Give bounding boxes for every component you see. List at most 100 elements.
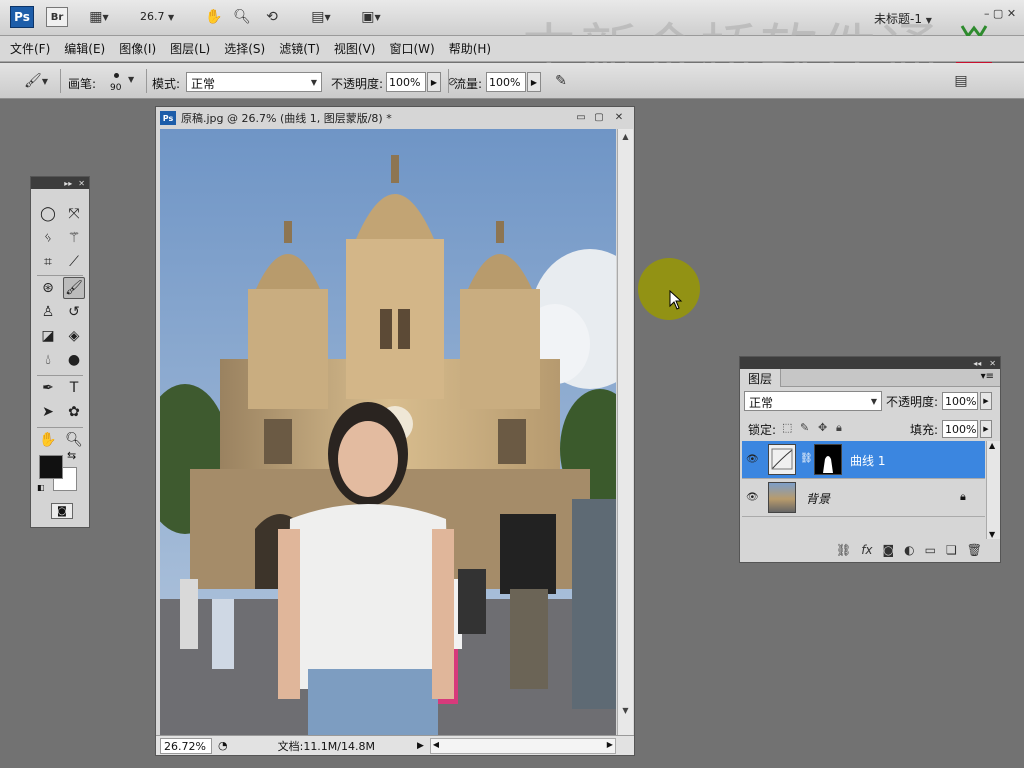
layer-opacity-slider-button[interactable]: ▶ [980, 392, 992, 410]
panel-menu-icon[interactable]: ▾≡ [981, 371, 994, 382]
crop-tool-icon[interactable]: ⌗ [37, 251, 59, 273]
rotate-view-icon[interactable]: ⟲ [260, 8, 284, 26]
add-mask-icon[interactable]: ◙ [883, 543, 895, 557]
opacity-slider-button[interactable]: ▶ [427, 72, 441, 92]
menu-edit[interactable]: 编辑(E) [64, 40, 105, 57]
maximize-icon[interactable]: ▢ [592, 110, 606, 124]
dodge-tool-icon[interactable]: ● [63, 349, 85, 371]
view-extras-button[interactable]: ▦ ▼ [84, 8, 114, 26]
status-menu-arrow-icon[interactable]: ▶ [417, 741, 424, 751]
zoom-status-input[interactable]: 26.72% [160, 737, 212, 754]
menu-image[interactable]: 图像(I) [119, 40, 156, 57]
panel-toggle-icon[interactable]: ▤ [950, 72, 972, 90]
zoom-tool-icon[interactable]: 🔍︎ [232, 8, 252, 26]
menu-select[interactable]: 选择(S) [224, 40, 265, 57]
new-layer-icon[interactable]: ❏ [946, 543, 957, 557]
layers-panel-header[interactable]: ◂◂ ✕ [740, 357, 1000, 369]
move-tool-icon[interactable]: ⤧ [63, 203, 85, 225]
tab-layers[interactable]: 图层 [740, 368, 782, 387]
fill-input[interactable]: 100% [942, 420, 978, 438]
document-canvas[interactable] [160, 129, 616, 735]
ps-doc-icon: Ps [160, 111, 176, 125]
layer-name[interactable]: 曲线 1 [850, 452, 885, 469]
menu-view[interactable]: 视图(V) [334, 40, 376, 57]
hand-tool-icon[interactable]: ✋ [37, 429, 59, 451]
scroll-left-icon[interactable]: ◀ [433, 740, 439, 749]
arrange-documents-button[interactable]: ▤ ▼ [304, 8, 338, 26]
quick-mask-icon[interactable]: ◙ [51, 503, 73, 519]
layer-row-curves[interactable]: 👁︎ ⛓︎ 曲线 1 [742, 441, 985, 479]
menu-layer[interactable]: 图层(L) [170, 40, 210, 57]
mode-select[interactable]: 正常 ▼ [186, 72, 322, 92]
airbrush-icon[interactable]: ✎ [550, 72, 572, 90]
default-colors-icon[interactable]: ◧ [37, 483, 45, 492]
swap-colors-icon[interactable]: ⇆ [67, 449, 76, 462]
eye-icon[interactable]: 👁︎ [746, 454, 760, 466]
hand-tool-icon[interactable]: ✋ [204, 8, 224, 26]
mask-link-icon[interactable]: ⛓︎ [800, 453, 813, 464]
scroll-up-icon[interactable]: ▲ [618, 129, 633, 143]
new-group-icon[interactable]: ▭ [925, 543, 936, 557]
vertical-scrollbar[interactable]: ▲ ▼ [617, 129, 633, 737]
elliptical-marquee-icon[interactable]: ◯ [37, 203, 59, 225]
custom-shape-icon[interactable]: ✿ [63, 401, 85, 423]
flow-slider-button[interactable]: ▶ [527, 72, 541, 92]
magic-wand-icon[interactable]: ⚚ [63, 227, 85, 249]
scroll-down-icon[interactable]: ▼ [618, 703, 633, 717]
trash-icon[interactable]: 🗑︎ [967, 543, 982, 557]
adjustment-layer-icon[interactable]: ◐ [904, 543, 914, 557]
layer-style-fx-icon[interactable]: fx [861, 543, 872, 557]
chevron-down-icon: ▼ [102, 12, 109, 22]
flow-input[interactable]: 100% [486, 72, 526, 92]
menu-window[interactable]: 窗口(W) [389, 40, 434, 57]
layer-name[interactable]: 背景 [806, 490, 830, 507]
document-title-bar[interactable]: Ps 原稿.jpg @ 26.7% (曲线 1, 图层蒙版/8) * ▭ ▢ ✕ [156, 107, 634, 129]
clone-stamp-icon[interactable]: ♙ [37, 301, 59, 323]
window-controls[interactable]: – ▢ ✕ [980, 4, 1020, 22]
brush-picker[interactable]: 90 ▼ [104, 69, 134, 95]
pen-tool-icon[interactable]: ✒ [37, 377, 59, 399]
bridge-button[interactable]: Br [46, 7, 68, 27]
paint-bucket-icon[interactable]: ◈ [63, 325, 85, 347]
lock-transparency-icon[interactable]: ⬚ [782, 421, 792, 434]
opacity-input[interactable]: 100% [386, 72, 426, 92]
brush-tool-icon[interactable]: 🖌︎ [63, 277, 85, 299]
tools-panel-header[interactable]: ▸▸ ✕ [31, 177, 89, 189]
brush-label: 画笔: [68, 77, 97, 91]
separator [60, 69, 61, 93]
scroll-up-icon[interactable]: ▲ [989, 441, 995, 450]
zoom-tool-icon[interactable]: 🔍︎ [63, 429, 85, 451]
layer-opacity-input[interactable]: 100% [942, 392, 978, 410]
spot-healing-icon[interactable]: ⊛ [37, 277, 59, 299]
lasso-tool-icon[interactable]: ᛃ [37, 227, 59, 249]
blur-tool-icon[interactable]: 💧︎ [37, 349, 59, 371]
lock-image-icon[interactable]: ✎ [800, 421, 809, 434]
link-layers-icon[interactable]: ⛓︎ [836, 543, 851, 557]
fill-slider-button[interactable]: ▶ [980, 420, 992, 438]
lock-position-icon[interactable]: ✥ [818, 421, 827, 434]
foreground-color-swatch-front[interactable] [39, 455, 63, 479]
close-icon[interactable]: ✕ [612, 110, 626, 124]
menu-filter[interactable]: 滤镜(T) [279, 40, 320, 57]
eraser-icon[interactable]: ◪ [37, 325, 59, 347]
workspace-title[interactable]: 未标题-1 ▼ [874, 10, 932, 27]
path-selection-icon[interactable]: ➤ [37, 401, 59, 423]
type-tool-icon[interactable]: T [63, 377, 85, 399]
layer-mask-thumbnail[interactable] [814, 444, 842, 475]
history-brush-icon[interactable]: ↺ [63, 301, 85, 323]
scroll-right-icon[interactable]: ▶ [607, 740, 613, 749]
status-options-icon[interactable]: ◔ [218, 739, 228, 752]
horizontal-scrollbar[interactable]: ◀ ▶ [429, 737, 616, 754]
zoom-level[interactable]: 26.7 ▼ [140, 10, 174, 23]
layer-row-background[interactable]: 👁︎ 背景 🔒︎ [742, 479, 985, 517]
screen-mode-button[interactable]: ▣ ▼ [354, 8, 388, 26]
blend-mode-select[interactable]: 正常 ▼ [744, 391, 882, 411]
menu-help[interactable]: 帮助(H) [449, 40, 491, 57]
minimize-icon[interactable]: ▭ [574, 110, 588, 124]
tool-preset-picker[interactable]: 🖌︎ ▼ [18, 72, 54, 90]
eye-icon[interactable]: 👁︎ [746, 492, 760, 504]
lock-all-icon[interactable]: 🔒︎ [836, 421, 842, 435]
eyedropper-icon[interactable]: ⟋ [63, 251, 85, 273]
layers-scrollbar[interactable]: ▲ ▼ [986, 441, 1000, 539]
menu-file[interactable]: 文件(F) [10, 40, 50, 57]
